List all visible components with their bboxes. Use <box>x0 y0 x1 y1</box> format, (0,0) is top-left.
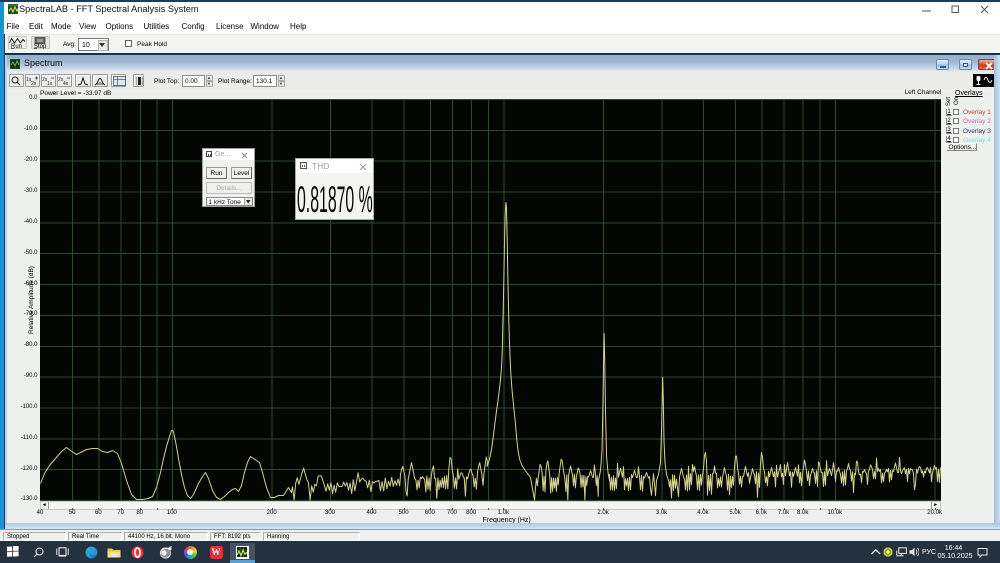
svg-text:1x: 1x <box>47 81 53 86</box>
svg-text:4x: 4x <box>63 81 69 86</box>
svg-text:2x: 2x <box>31 81 37 86</box>
